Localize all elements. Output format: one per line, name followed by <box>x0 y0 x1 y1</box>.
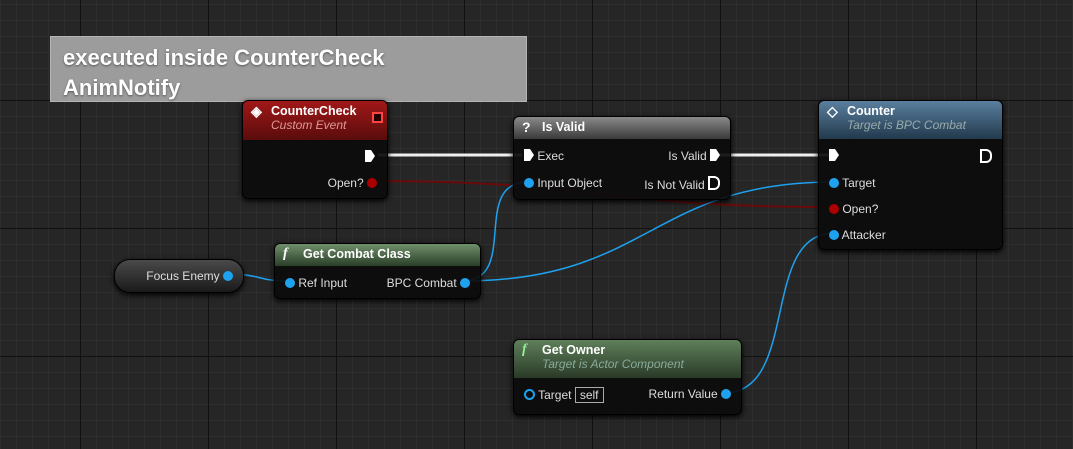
function-call-icon: ◇ <box>827 103 838 119</box>
pin-label: Ref Input <box>298 276 348 290</box>
pin-ref-input[interactable]: Ref Input <box>285 276 347 290</box>
node-get-owner[interactable]: f Get Owner Target is Actor Component Targ… <box>513 339 742 415</box>
pin-open[interactable]: Open? <box>829 202 878 216</box>
node-subtitle: Custom Event <box>271 118 347 132</box>
pin-label: Open? <box>327 176 364 190</box>
pin-label: Target <box>538 388 572 402</box>
node-focus-enemy[interactable]: Focus Enemy <box>114 259 244 293</box>
pin-input-object[interactable]: Input Object <box>524 176 602 190</box>
event-icon: ◈ <box>251 103 262 119</box>
comment-text: executed inside CounterCheck AnimNotify <box>63 45 385 100</box>
comment-box[interactable]: executed inside CounterCheck AnimNotify <box>50 36 527 102</box>
pin-target[interactable]: Target self <box>524 387 604 403</box>
macro-icon: ? <box>522 119 531 135</box>
node-title: Counter <box>847 104 895 118</box>
pin-label: Is Not Valid <box>644 178 705 192</box>
node-title: Is Valid <box>542 120 586 134</box>
pin-attacker[interactable]: Attacker <box>829 228 886 242</box>
pin-open[interactable]: Open? <box>328 176 377 190</box>
pin-label: Exec <box>537 149 565 163</box>
pin-return-value[interactable]: Return Value <box>648 387 731 401</box>
exec-out-pin[interactable] <box>365 150 375 164</box>
node-counter-check[interactable]: ◈ CounterCheck Custom Event Open? <box>242 100 388 199</box>
node-title: Get Combat Class <box>303 247 411 261</box>
function-icon: f <box>522 342 527 357</box>
node-counter[interactable]: ◇ Counter Target is BPC Combat Target Open… <box>818 100 1003 250</box>
exec-in-pin[interactable] <box>829 149 839 163</box>
pin-is-not-valid[interactable]: Is Not Valid <box>644 176 720 192</box>
node-subtitle: Target is BPC Combat <box>847 118 966 132</box>
pin-label: Return Value <box>648 387 718 401</box>
pin-focus-enemy[interactable]: Focus Enemy <box>146 269 233 283</box>
node-get-combat-class[interactable]: f Get Combat Class Ref Input BPC Combat <box>274 243 481 299</box>
pin-target[interactable]: Target <box>829 176 875 190</box>
pin-label: Input Object <box>537 176 603 190</box>
node-subtitle: Target is Actor Component <box>542 357 684 371</box>
pin-label: Attacker <box>841 228 886 242</box>
pin-exec[interactable]: Exec <box>524 149 564 163</box>
target-default-value: self <box>574 387 604 403</box>
pin-label: BPC Combat <box>386 276 457 290</box>
pin-label: Target <box>842 176 876 190</box>
pin-bpc-combat[interactable]: BPC Combat <box>387 276 470 290</box>
node-title: Get Owner <box>542 343 606 357</box>
pin-is-valid[interactable]: Is Valid <box>668 149 720 163</box>
node-is-valid[interactable]: ? Is Valid Exec Input Object Is Valid Is … <box>513 116 731 200</box>
node-title: CounterCheck <box>271 104 357 118</box>
pin-label: Is Valid <box>668 149 707 163</box>
delegate-pin-icon[interactable] <box>372 112 383 123</box>
exec-out-pin[interactable] <box>980 149 992 165</box>
pin-label: Open? <box>842 202 879 216</box>
function-icon: f <box>283 246 288 261</box>
variable-label: Focus Enemy <box>146 269 220 283</box>
